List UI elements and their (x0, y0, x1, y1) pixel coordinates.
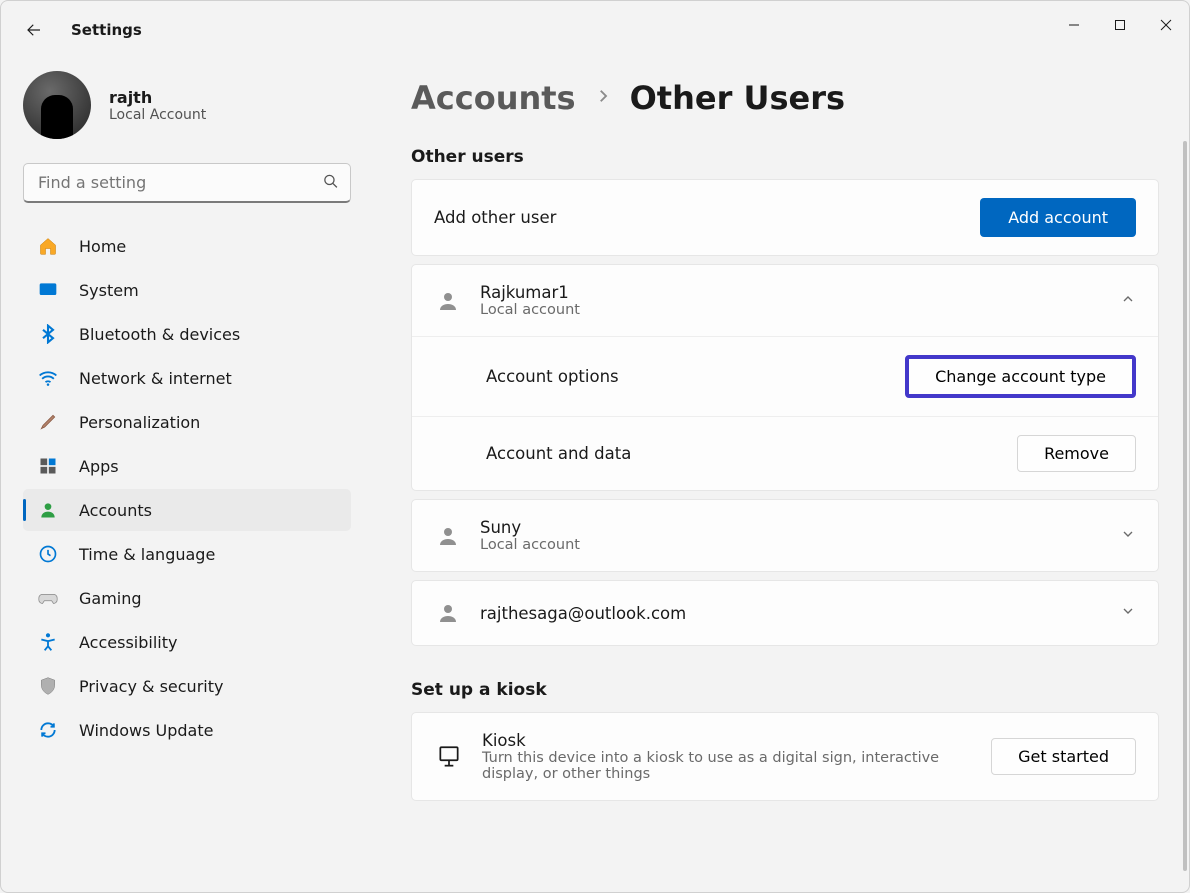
sidebar-item-accounts[interactable]: Accounts (23, 489, 351, 531)
sidebar-item-label: System (79, 281, 139, 300)
window-close-button[interactable] (1143, 9, 1189, 41)
other-users-heading: Other users (411, 147, 1159, 167)
accessibility-icon (37, 631, 59, 653)
back-button[interactable] (23, 19, 45, 41)
chevron-right-icon (594, 87, 612, 109)
kiosk-description: Turn this device into a kiosk to use as … (482, 750, 952, 782)
paintbrush-icon (37, 411, 59, 433)
add-account-button[interactable]: Add account (980, 198, 1136, 237)
avatar (23, 71, 91, 139)
chevron-down-icon (1120, 526, 1136, 546)
page-title: Other Users (630, 79, 845, 117)
sidebar-item-accessibility[interactable]: Accessibility (23, 621, 351, 663)
apps-icon (37, 455, 59, 477)
user-name: Rajkumar1 (480, 283, 1102, 302)
remove-button[interactable]: Remove (1017, 435, 1136, 472)
gamepad-icon (37, 587, 59, 609)
sidebar-item-apps[interactable]: Apps (23, 445, 351, 487)
sidebar-item-label: Privacy & security (79, 677, 223, 696)
window-maximize-button[interactable] (1097, 9, 1143, 41)
sidebar-item-system[interactable]: System (23, 269, 351, 311)
bluetooth-icon (37, 323, 59, 345)
kiosk-icon (434, 742, 464, 772)
breadcrumb-parent[interactable]: Accounts (411, 79, 576, 117)
wifi-icon (37, 367, 59, 389)
sidebar-item-label: Home (79, 237, 126, 256)
person-icon (434, 287, 462, 315)
change-account-type-button[interactable]: Change account type (905, 355, 1136, 398)
sidebar-item-time[interactable]: Time & language (23, 533, 351, 575)
home-icon (37, 235, 59, 257)
get-started-button[interactable]: Get started (991, 738, 1136, 775)
breadcrumb: Accounts Other Users (411, 79, 1159, 117)
system-icon (37, 279, 59, 301)
kiosk-title: Kiosk (482, 731, 973, 750)
sidebar-item-label: Apps (79, 457, 119, 476)
sidebar-item-home[interactable]: Home (23, 225, 351, 267)
person-icon (37, 499, 59, 521)
app-title: Settings (71, 21, 142, 39)
shield-icon (37, 675, 59, 697)
window-minimize-button[interactable] (1051, 9, 1097, 41)
sidebar-item-gaming[interactable]: Gaming (23, 577, 351, 619)
profile-name: rajth (109, 88, 206, 107)
clock-globe-icon (37, 543, 59, 565)
user-row-outlook[interactable]: rajthesaga@outlook.com (412, 581, 1158, 645)
account-and-data-label: Account and data (486, 444, 999, 463)
sidebar-item-label: Gaming (79, 589, 142, 608)
sidebar-item-label: Network & internet (79, 369, 232, 388)
user-row-suny[interactable]: Suny Local account (412, 500, 1158, 571)
sidebar-item-network[interactable]: Network & internet (23, 357, 351, 399)
chevron-down-icon (1120, 603, 1136, 623)
scrollbar[interactable] (1183, 141, 1187, 871)
profile-block[interactable]: rajth Local Account (23, 71, 351, 139)
search-input[interactable] (23, 163, 351, 203)
add-other-user-label: Add other user (434, 208, 962, 227)
user-subtitle: Local account (480, 537, 1102, 553)
kiosk-heading: Set up a kiosk (411, 680, 1159, 700)
sidebar-item-label: Windows Update (79, 721, 213, 740)
sidebar-item-privacy[interactable]: Privacy & security (23, 665, 351, 707)
person-icon (434, 522, 462, 550)
sidebar-item-bluetooth[interactable]: Bluetooth & devices (23, 313, 351, 355)
sidebar-item-label: Personalization (79, 413, 200, 432)
sidebar-item-personalization[interactable]: Personalization (23, 401, 351, 443)
sidebar-item-label: Accessibility (79, 633, 177, 652)
user-row-rajkumar1[interactable]: Rajkumar1 Local account (412, 265, 1158, 336)
account-options-label: Account options (486, 367, 887, 386)
sidebar-item-update[interactable]: Windows Update (23, 709, 351, 751)
chevron-up-icon (1120, 291, 1136, 311)
user-name: Suny (480, 518, 1102, 537)
user-name: rajthesaga@outlook.com (480, 604, 1102, 623)
profile-subtitle: Local Account (109, 107, 206, 123)
sidebar-item-label: Accounts (79, 501, 152, 520)
person-icon (434, 599, 462, 627)
update-icon (37, 719, 59, 741)
user-subtitle: Local account (480, 302, 1102, 318)
search-icon (322, 173, 339, 194)
sidebar-item-label: Time & language (79, 545, 215, 564)
sidebar-item-label: Bluetooth & devices (79, 325, 240, 344)
